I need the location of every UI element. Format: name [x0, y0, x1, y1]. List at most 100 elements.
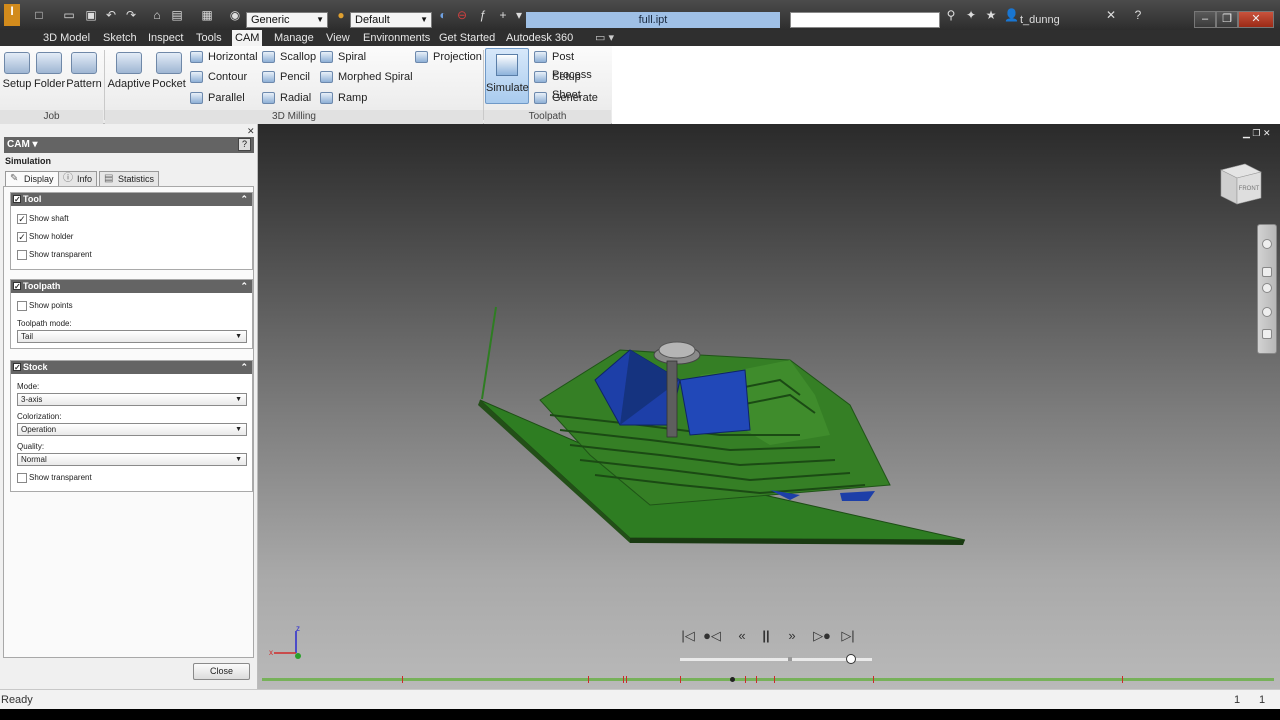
- adaptive-button[interactable]: Adaptive: [107, 50, 151, 98]
- speed-slider-track[interactable]: [680, 658, 872, 661]
- checkbox-box[interactable]: ✓: [17, 232, 27, 242]
- next-step-button[interactable]: ▷●: [812, 626, 832, 646]
- setup-button[interactable]: Setup: [2, 50, 32, 98]
- colorization-select[interactable]: Operation ▼: [17, 423, 247, 436]
- parallel-button[interactable]: Parallel: [188, 89, 245, 107]
- tool-section-header[interactable]: ✓ Tool ⌃: [11, 193, 252, 206]
- pan-icon[interactable]: [1262, 267, 1272, 277]
- setup-sheet-button[interactable]: Setup Sheet: [532, 68, 612, 101]
- tools-icon[interactable]: ✦: [964, 8, 978, 22]
- timeline-marker[interactable]: [774, 676, 775, 683]
- close-window-button[interactable]: ✕: [1238, 11, 1274, 28]
- stock-section-header[interactable]: ✓ Stock ⌃: [11, 361, 252, 374]
- search-input[interactable]: [790, 12, 940, 28]
- timeline-marker[interactable]: [756, 676, 757, 683]
- help-icon[interactable]: ?: [1131, 8, 1145, 22]
- timeline-position[interactable]: [730, 677, 735, 682]
- panel-header[interactable]: CAM ▾: [4, 137, 254, 153]
- timeline-marker[interactable]: [680, 676, 681, 683]
- spiral-button[interactable]: Spiral: [318, 48, 366, 66]
- section-enable-checkbox[interactable]: ✓: [13, 282, 21, 291]
- collapse-icon[interactable]: ⌃: [240, 280, 248, 293]
- tool-show-transparent-checkbox[interactable]: Show transparent: [17, 249, 92, 261]
- pause-button[interactable]: ||: [756, 626, 776, 646]
- pattern-button[interactable]: Pattern: [66, 50, 102, 98]
- generate-button[interactable]: Generate: [532, 89, 598, 107]
- user-icon[interactable]: 👤: [1004, 8, 1019, 22]
- checkbox-box[interactable]: [17, 301, 27, 311]
- scallop-button[interactable]: Scallop: [260, 48, 316, 66]
- home-icon[interactable]: ⌂: [150, 8, 164, 22]
- timeline-marker[interactable]: [588, 676, 589, 683]
- app-logo[interactable]: I: [4, 4, 20, 26]
- section-enable-checkbox[interactable]: ✓: [13, 195, 21, 204]
- select-icon[interactable]: ▦: [200, 8, 214, 22]
- add-icon[interactable]: +: [496, 8, 510, 22]
- tab-environments[interactable]: Environments: [360, 30, 433, 46]
- tab-info[interactable]: ⓘ Info: [58, 171, 98, 187]
- morphed-spiral-button[interactable]: Morphed Spiral: [318, 68, 413, 86]
- tab-manage[interactable]: Manage: [271, 30, 317, 46]
- checkbox-box[interactable]: [17, 473, 27, 483]
- redo-icon[interactable]: ↷: [124, 8, 138, 22]
- show-holder-checkbox[interactable]: ✓ Show holder: [17, 231, 73, 243]
- print-icon[interactable]: ▤: [170, 8, 184, 22]
- ribbon-options-icon[interactable]: ▭ ▾: [592, 30, 617, 46]
- checkbox-box[interactable]: ✓: [17, 214, 27, 224]
- tab-3d-model[interactable]: 3D Model: [40, 30, 93, 46]
- appearance-dropdown[interactable]: Default ▼: [350, 12, 432, 28]
- toolpath-mode-select[interactable]: Tail ▼: [17, 330, 247, 343]
- radial-button[interactable]: Radial: [260, 89, 311, 107]
- tab-autodesk-360[interactable]: Autodesk 360: [503, 30, 576, 46]
- save-icon[interactable]: ▣: [84, 8, 98, 22]
- search-icon[interactable]: ⚲: [944, 8, 958, 22]
- first-frame-button[interactable]: |◁: [678, 626, 698, 646]
- quality-select[interactable]: Normal ▼: [17, 453, 247, 466]
- post-process-button[interactable]: Post Process: [532, 48, 612, 81]
- previous-step-button[interactable]: ●◁: [702, 626, 722, 646]
- minimize-button[interactable]: –: [1194, 11, 1216, 28]
- open-icon[interactable]: ▭: [62, 8, 76, 22]
- clear-icon[interactable]: ⊖: [455, 8, 469, 22]
- qat-menu-icon[interactable]: ▾: [512, 8, 526, 22]
- timeline-marker[interactable]: [623, 676, 624, 683]
- rewind-button[interactable]: «: [732, 626, 752, 646]
- collapse-icon[interactable]: ⌃: [240, 193, 248, 206]
- contour-button[interactable]: Contour: [188, 68, 247, 86]
- exchange-icon[interactable]: ✕: [1104, 8, 1118, 22]
- folder-button[interactable]: Folder: [34, 50, 65, 98]
- viewport-window-controls[interactable]: ▁ ❐ ✕: [1243, 128, 1271, 139]
- tab-statistics[interactable]: ▤ Statistics: [99, 171, 160, 187]
- show-shaft-checkbox[interactable]: ✓ Show shaft: [17, 213, 69, 225]
- timeline-marker[interactable]: [626, 676, 627, 683]
- help-icon[interactable]: ?: [238, 138, 251, 151]
- pocket-button[interactable]: Pocket: [152, 50, 186, 98]
- show-points-checkbox[interactable]: Show points: [17, 300, 73, 312]
- user-name[interactable]: t_dunng: [1020, 12, 1060, 28]
- timeline-marker[interactable]: [745, 676, 746, 683]
- tab-sketch[interactable]: Sketch: [100, 30, 140, 46]
- orbit-icon[interactable]: [1262, 307, 1272, 317]
- viewcube[interactable]: FRONT: [1215, 162, 1263, 206]
- zoom-icon[interactable]: [1262, 283, 1272, 293]
- tab-cam[interactable]: CAM: [232, 30, 263, 46]
- material-dropdown[interactable]: Generic ▼: [246, 12, 328, 28]
- timeline-marker[interactable]: [1122, 676, 1123, 683]
- collapse-icon[interactable]: ⌃: [240, 361, 248, 374]
- ramp-button[interactable]: Ramp: [318, 89, 367, 107]
- stock-mode-select[interactable]: 3-axis ▼: [17, 393, 247, 406]
- restore-button[interactable]: ❐: [1216, 11, 1238, 28]
- checkbox-box[interactable]: [17, 250, 27, 260]
- simulate-button[interactable]: Simulate: [485, 48, 529, 104]
- section-enable-checkbox[interactable]: ✓: [13, 363, 21, 372]
- stock-model[interactable]: [470, 295, 970, 550]
- function-icon[interactable]: ƒ: [476, 8, 490, 22]
- tab-view[interactable]: View: [323, 30, 353, 46]
- steering-wheel-icon[interactable]: [1262, 239, 1272, 249]
- stock-show-transparent-checkbox[interactable]: Show transparent: [17, 472, 92, 484]
- horizontal-button[interactable]: Horizontal: [188, 48, 258, 66]
- tab-inspect[interactable]: Inspect: [145, 30, 186, 46]
- look-at-icon[interactable]: [1262, 329, 1272, 339]
- timeline-marker[interactable]: [873, 676, 874, 683]
- panel-close-icon[interactable]: ✕: [247, 126, 255, 137]
